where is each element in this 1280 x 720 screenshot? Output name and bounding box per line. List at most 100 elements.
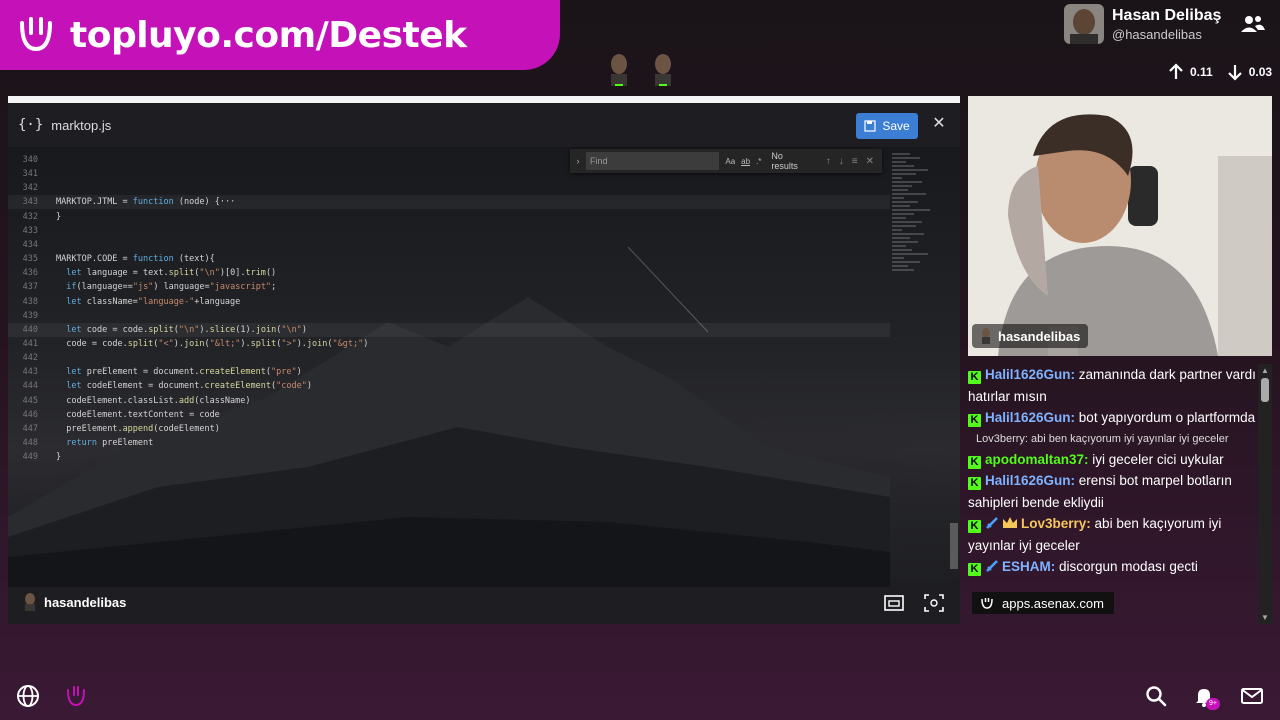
line-number: 447 [22,423,38,434]
editor-scrollbar[interactable] [950,523,958,569]
code-text: let preElement = document.createElement(… [66,367,302,378]
fullscreen-icon[interactable] [924,594,944,612]
code-line[interactable]: 434 [8,238,890,252]
find-in-selection-icon[interactable]: ≡ [852,156,858,167]
code-text: let codeElement = document.createElement… [66,381,312,392]
chat-message[interactable]: K Halil1626Gun: bot yapıyordum o plartfor… [968,407,1256,429]
file-name: marktop.js [51,117,112,133]
save-button[interactable]: Save [856,113,918,139]
find-input[interactable]: Find [585,152,720,170]
picture-in-picture-icon[interactable] [884,594,904,612]
topluyo-logo-icon[interactable] [64,684,88,708]
line-number: 433 [22,225,38,236]
scroll-up-icon[interactable]: ▲ [1261,366,1269,375]
kick-badge-icon: K [968,371,981,384]
code-text: let className="language-"+language [66,296,241,307]
chat-message[interactable]: K Halil1626Gun: erensi bot marpel botları… [968,470,1256,513]
code-line[interactable]: 437 if(language=="js") language="javascr… [8,280,890,294]
chat-message[interactable]: K Halil1626Gun: zamanında dark partner va… [968,364,1256,407]
webcam-username: hasandelibas [998,328,1081,344]
code-line[interactable]: 343 MARKTOP.JTML = function (node) {··· [8,195,890,210]
crown-badge-icon [1002,514,1018,528]
profile-name: Hasan Delibaş [1112,6,1222,24]
code-line[interactable]: 439 [8,309,890,323]
arrow-up-icon[interactable]: ↑ [826,156,831,167]
minimap[interactable] [892,153,950,393]
banner-text: topluyo.com/Destek [70,14,467,56]
code-text: code = code.split("<").join("&lt;").spli… [66,338,369,349]
code-line[interactable]: 438 let className="language-"+language [8,295,890,309]
code-line[interactable]: 432} [8,210,890,224]
avatar [1064,4,1104,44]
line-number: 440 [22,324,38,335]
chat-username[interactable]: Halil1626Gun: [985,367,1075,382]
line-number: 441 [22,338,38,349]
viewer-avatar[interactable] [606,52,632,88]
mail-icon[interactable] [1240,684,1264,708]
profile-card[interactable]: Hasan Delibaş @hasandelibas [1064,4,1221,44]
editor-titlebar: {·} marktop.js [8,103,960,147]
chat-username[interactable]: ESHAM: [1002,559,1055,574]
chat-username[interactable]: apodomaltan37: [985,452,1089,467]
code-area[interactable]: 340 341 342 343 MARKTOP.JTML = function (nod… [8,153,890,473]
match-word-toggle[interactable]: ab [741,157,750,166]
close-icon[interactable]: ✕ [930,115,948,133]
globe-icon[interactable] [16,684,40,708]
code-line[interactable]: 342 [8,181,890,195]
line-number: 343 [22,197,38,208]
footer-username: hasandelibas [44,594,127,610]
chat-message[interactable]: Kapodomaltan37: iyi geceler cici uykular [968,449,1256,471]
arrow-down-icon[interactable]: ↓ [839,156,844,167]
line-number: 448 [22,438,38,448]
code-line[interactable]: 444 let codeElement = document.createEle… [8,379,890,393]
code-line[interactable]: 433 [8,224,890,238]
chat-text: bot yapıyordum o plartformda [1078,410,1256,425]
chat-username[interactable]: Lov3berry: [1021,516,1091,531]
webcam-image [968,96,1272,356]
regex-toggle[interactable]: .* [756,157,761,166]
code-line[interactable]: 446 codeElement.textContent = code [8,408,890,422]
viewer-avatar[interactable] [650,52,676,88]
chat-scrollbar[interactable]: ▲ ▼ [1258,364,1272,624]
upload-rate: 0.11 [1190,65,1213,79]
chat-message[interactable]: K Lov3berry: abi ben kaçıyorum iyi yayınl… [968,513,1256,556]
code-line[interactable]: 442 [8,351,890,365]
people-icon[interactable] [1240,14,1266,34]
kick-badge-icon: K [968,520,981,533]
code-line[interactable]: 445 codeElement.classList.add(className) [8,394,890,408]
chat-text: discorgun modası gecti [1059,559,1198,574]
code-line[interactable]: 441 code = code.split("<").join("&lt;").… [8,337,890,351]
code-text: if(language=="js") language="javascript"… [66,282,277,293]
editor-footer: hasandelibas [8,580,960,624]
scroll-thumb[interactable] [1261,378,1269,402]
code-text: MARKTOP.JTML = function (node) {··· [56,197,236,208]
chevron-right-icon[interactable]: › [570,156,586,166]
chat-username[interactable]: Halil1626Gun: [985,473,1075,488]
chat-username[interactable]: Halil1626Gun: [985,410,1075,425]
code-text: } [56,211,62,222]
code-text: let language = text.split("\n")[0].trim(… [66,268,277,279]
code-text: codeElement.textContent = code [66,409,220,420]
code-line[interactable]: 449} [8,450,890,464]
code-line[interactable]: 443 let preElement = document.createElem… [8,365,890,379]
line-number: 432 [22,211,38,222]
promo-banner[interactable]: topluyo.com/Destek [0,0,560,70]
line-number: 439 [22,310,38,321]
code-text: let code = code.split("\n").slice(1).joi… [66,324,307,335]
close-icon[interactable]: ✕ [866,156,874,167]
scroll-down-icon[interactable]: ▼ [1261,613,1269,622]
code-line[interactable]: 440 let code = code.split("\n").slice(1)… [8,322,890,337]
chat-message[interactable]: K ESHAM: discorgun modası gecti [968,556,1256,578]
overlay-link[interactable]: apps.asenax.com [972,592,1114,614]
line-number: 437 [22,282,38,293]
find-results: No results [771,151,798,171]
match-case-toggle[interactable]: Aa [725,157,735,166]
line-number: 446 [22,409,38,420]
code-line[interactable]: 447 preElement.append(codeElement) [8,422,890,436]
code-line[interactable]: 435 MARKTOP.CODE = function (text){ [8,252,890,266]
topluyo-logo-icon [981,598,993,609]
code-line[interactable]: 436 let language = text.split("\n")[0].t… [8,266,890,280]
search-icon[interactable] [1144,684,1168,708]
code-line[interactable]: 448 return preElement [8,436,890,450]
chat-panel[interactable]: K Halil1626Gun: zamanında dark partner va… [968,364,1256,624]
